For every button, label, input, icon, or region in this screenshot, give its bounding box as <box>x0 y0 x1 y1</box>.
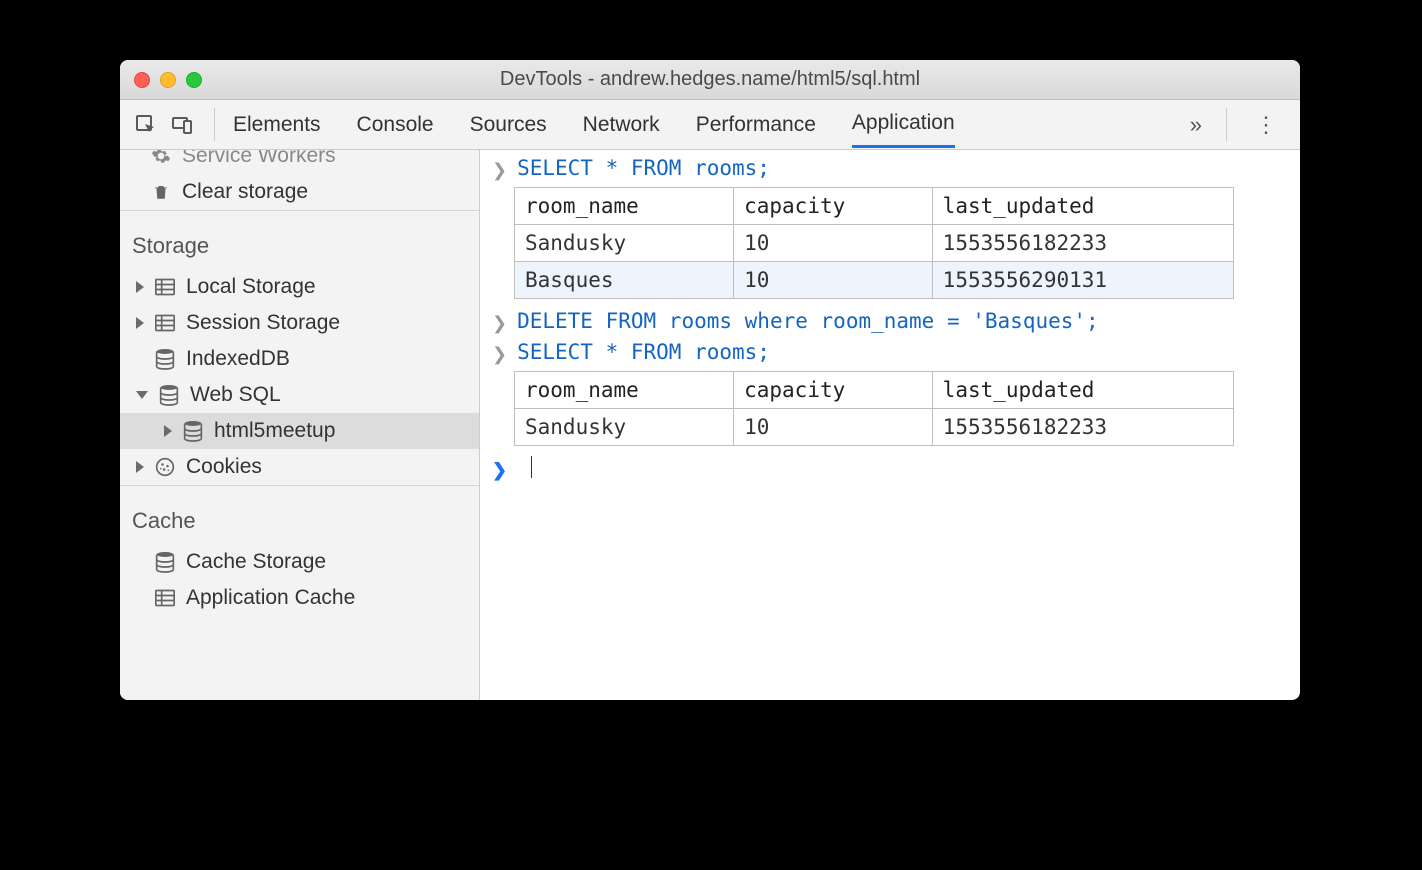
expand-icon <box>136 317 144 329</box>
sidebar-item-label: Web SQL <box>190 383 281 407</box>
gear-icon <box>150 150 172 167</box>
tab-network[interactable]: Network <box>583 113 660 147</box>
expand-icon <box>136 461 144 473</box>
table-row: Sandusky 10 1553556182233 <box>515 225 1234 262</box>
sidebar-item-local-storage[interactable]: Local Storage <box>120 269 479 305</box>
sidebar-item-label: IndexedDB <box>186 347 290 371</box>
sidebar-section-storage: Storage <box>120 210 479 269</box>
tab-application[interactable]: Application <box>852 111 955 148</box>
sidebar-item-session-storage[interactable]: Session Storage <box>120 305 479 341</box>
expand-icon <box>136 281 144 293</box>
table-row: Basques 10 1553556290131 <box>515 262 1234 299</box>
panel-body: Service Workers Clear storage Storage Lo… <box>120 150 1300 700</box>
cookie-icon <box>154 456 176 478</box>
tab-performance[interactable]: Performance <box>696 113 816 147</box>
toolbar-divider <box>1226 108 1227 141</box>
result-table-2: room_name capacity last_updated Sandusky… <box>514 371 1234 446</box>
column-header: room_name <box>515 372 734 409</box>
sidebar-item-indexeddb[interactable]: IndexedDB <box>120 341 479 377</box>
more-tabs-button[interactable]: » <box>1184 112 1208 138</box>
prompt-executed-icon: ❯ <box>492 344 507 365</box>
sidebar-item-web-sql-db[interactable]: html5meetup <box>120 413 479 449</box>
column-header: capacity <box>734 372 933 409</box>
inspect-element-icon[interactable] <box>132 111 160 139</box>
column-header: last_updated <box>932 188 1233 225</box>
table-row: Sandusky 10 1553556182233 <box>515 409 1234 446</box>
table-cell: 1553556182233 <box>932 409 1233 446</box>
table-cell: 10 <box>734 262 933 299</box>
sidebar-item-label: Local Storage <box>186 275 316 299</box>
sidebar-section-cache: Cache <box>120 485 479 544</box>
column-header: room_name <box>515 188 734 225</box>
devtools-window: DevTools - andrew.hedges.name/html5/sql.… <box>120 60 1300 700</box>
tab-elements[interactable]: Elements <box>233 113 321 147</box>
collapse-icon <box>136 391 148 399</box>
sidebar-item-label: Cookies <box>186 455 262 479</box>
prompt-active-icon: ❯ <box>492 460 507 481</box>
prompt-executed-icon: ❯ <box>492 160 507 181</box>
storage-grid-icon <box>154 312 176 334</box>
sql-console: ❯ SELECT * FROM rooms; room_name capacit… <box>480 150 1300 700</box>
trash-icon <box>150 181 172 203</box>
titlebar: DevTools - andrew.hedges.name/html5/sql.… <box>120 60 1300 100</box>
expand-icon <box>164 425 172 437</box>
settings-menu-button[interactable]: ⋮ <box>1245 112 1288 138</box>
sidebar-item-web-sql[interactable]: Web SQL <box>120 377 479 413</box>
sidebar-item-label: Clear storage <box>182 180 308 204</box>
table-cell: 10 <box>734 225 933 262</box>
table-cell: 10 <box>734 409 933 446</box>
application-sidebar: Service Workers Clear storage Storage Lo… <box>120 150 480 700</box>
table-cell: 1553556290131 <box>932 262 1233 299</box>
device-toggle-icon[interactable] <box>168 111 196 139</box>
sql-prompt[interactable]: ❯ <box>486 456 1290 481</box>
sidebar-item-cache-storage[interactable]: Cache Storage <box>120 544 479 580</box>
prompt-executed-icon: ❯ <box>492 313 507 334</box>
panel-tabs: Elements Console Sources Network Perform… <box>233 101 1176 148</box>
table-cell: Sandusky <box>515 409 734 446</box>
toolbar-divider <box>214 108 215 141</box>
database-icon <box>182 420 204 442</box>
sidebar-item-clear-storage[interactable]: Clear storage <box>120 174 479 210</box>
column-header: capacity <box>734 188 933 225</box>
sidebar-item-label: Cache Storage <box>186 550 326 574</box>
sidebar-item-label: html5meetup <box>214 419 335 443</box>
window-title: DevTools - andrew.hedges.name/html5/sql.… <box>120 68 1300 91</box>
storage-grid-icon <box>154 587 176 609</box>
sidebar-item-cookies[interactable]: Cookies <box>120 449 479 485</box>
sql-statement: SELECT * FROM rooms; <box>517 340 770 364</box>
tab-sources[interactable]: Sources <box>470 113 547 147</box>
sidebar-item-label: Application Cache <box>186 586 355 610</box>
result-table-0: room_name capacity last_updated Sandusky… <box>514 187 1234 299</box>
text-cursor <box>531 456 532 478</box>
sql-statement: DELETE FROM rooms where room_name = 'Bas… <box>517 309 1099 333</box>
sidebar-item-label: Session Storage <box>186 311 340 335</box>
sidebar-item-label: Service Workers <box>182 150 336 168</box>
sql-statement: SELECT * FROM rooms; <box>517 156 770 180</box>
column-header: last_updated <box>932 372 1233 409</box>
sidebar-item-service-workers[interactable]: Service Workers <box>120 150 479 174</box>
storage-grid-icon <box>154 276 176 298</box>
query-block-0: ❯ SELECT * FROM rooms; room_name capacit… <box>486 156 1290 299</box>
database-icon <box>154 348 176 370</box>
query-block-2: ❯ SELECT * FROM rooms; room_name capacit… <box>486 340 1290 446</box>
sidebar-item-application-cache[interactable]: Application Cache <box>120 580 479 616</box>
table-cell: Sandusky <box>515 225 734 262</box>
tab-console[interactable]: Console <box>357 113 434 147</box>
database-icon <box>154 551 176 573</box>
query-block-1: ❯ DELETE FROM rooms where room_name = 'B… <box>486 309 1290 334</box>
database-icon <box>158 384 180 406</box>
table-cell: Basques <box>515 262 734 299</box>
table-cell: 1553556182233 <box>932 225 1233 262</box>
devtools-toolbar: Elements Console Sources Network Perform… <box>120 100 1300 150</box>
